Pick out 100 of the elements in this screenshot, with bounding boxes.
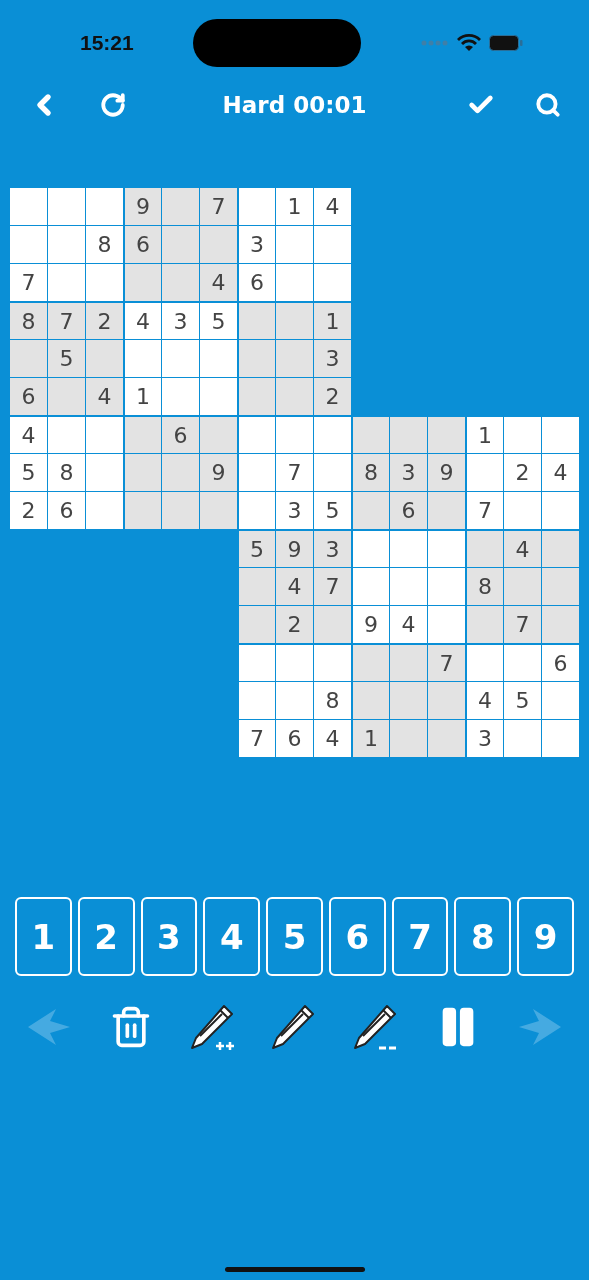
sudoku-cell[interactable]: 1: [467, 417, 503, 453]
sudoku-cell[interactable]: [314, 454, 351, 491]
sudoku-cell[interactable]: 5: [200, 303, 237, 339]
sudoku-cell[interactable]: [353, 492, 389, 529]
sudoku-cell[interactable]: [200, 492, 237, 529]
sudoku-cell[interactable]: [276, 645, 313, 681]
number-button[interactable]: 4: [203, 897, 261, 976]
sudoku-cell[interactable]: [428, 531, 465, 567]
sudoku-cell[interactable]: [353, 568, 389, 605]
sudoku-cell[interactable]: [504, 492, 541, 529]
sudoku-cell[interactable]: 4: [86, 378, 123, 415]
sudoku-cell[interactable]: 5: [10, 454, 47, 491]
sudoku-cell[interactable]: [353, 645, 389, 681]
sudoku-cell[interactable]: 6: [162, 417, 199, 453]
sudoku-cell[interactable]: 6: [276, 720, 313, 757]
sudoku-cell[interactable]: [125, 454, 161, 491]
sudoku-cell[interactable]: 4: [314, 720, 351, 757]
sudoku-cell[interactable]: [48, 417, 85, 453]
sudoku-cell[interactable]: [542, 682, 579, 719]
number-button[interactable]: 7: [391, 897, 449, 976]
sudoku-cell[interactable]: 6: [10, 378, 47, 415]
sudoku-cell[interactable]: [314, 264, 351, 301]
sudoku-cell[interactable]: [48, 226, 85, 263]
sudoku-cell[interactable]: [200, 378, 237, 415]
sudoku-cell[interactable]: 6: [125, 226, 161, 263]
sudoku-cell[interactable]: [10, 188, 47, 225]
sudoku-cell[interactable]: 3: [276, 492, 313, 529]
sudoku-cell[interactable]: [276, 264, 313, 301]
sudoku-cell[interactable]: 6: [542, 645, 579, 681]
sudoku-cell[interactable]: [239, 417, 275, 453]
sudoku-cell[interactable]: 2: [86, 303, 123, 339]
sudoku-cell[interactable]: 8: [86, 226, 123, 263]
sudoku-cell[interactable]: [48, 264, 85, 301]
sudoku-cell[interactable]: [10, 340, 47, 377]
sudoku-cell[interactable]: [162, 454, 199, 491]
sudoku-cell[interactable]: 3: [390, 454, 427, 491]
sudoku-cell[interactable]: [239, 492, 275, 529]
sudoku-cell[interactable]: [542, 417, 579, 453]
sudoku-cell[interactable]: [390, 417, 427, 453]
sudoku-cell[interactable]: 9: [276, 531, 313, 567]
sudoku-cell[interactable]: [239, 568, 275, 605]
sudoku-cell[interactable]: [239, 454, 275, 491]
sudoku-cell[interactable]: 8: [314, 682, 351, 719]
sudoku-cell[interactable]: 7: [10, 264, 47, 301]
sudoku-cell[interactable]: [390, 531, 427, 567]
sudoku-cell[interactable]: [428, 682, 465, 719]
sudoku-cell[interactable]: 1: [314, 303, 351, 339]
number-button[interactable]: 6: [328, 897, 386, 976]
sudoku-cell[interactable]: 6: [239, 264, 275, 301]
sudoku-cell[interactable]: [542, 568, 579, 605]
sudoku-cell[interactable]: [390, 568, 427, 605]
sudoku-cell[interactable]: 6: [48, 492, 85, 529]
number-button[interactable]: 8: [454, 897, 512, 976]
sudoku-cell[interactable]: [390, 720, 427, 757]
sudoku-cell[interactable]: [504, 568, 541, 605]
sudoku-cell[interactable]: 1: [276, 188, 313, 225]
sudoku-cell[interactable]: 3: [314, 340, 351, 377]
sudoku-cell[interactable]: 2: [10, 492, 47, 529]
number-button[interactable]: 3: [140, 897, 198, 976]
sudoku-cell[interactable]: [314, 226, 351, 263]
sudoku-cell[interactable]: [314, 645, 351, 681]
sudoku-cell[interactable]: 4: [276, 568, 313, 605]
sudoku-cell[interactable]: [125, 417, 161, 453]
sudoku-cell[interactable]: 2: [504, 454, 541, 491]
sudoku-cell[interactable]: [314, 417, 351, 453]
sudoku-cell[interactable]: [200, 340, 237, 377]
sudoku-cell[interactable]: [239, 303, 275, 339]
sudoku-cell[interactable]: 6: [390, 492, 427, 529]
sudoku-cell[interactable]: [467, 454, 503, 491]
sudoku-cell[interactable]: 4: [200, 264, 237, 301]
sudoku-cell[interactable]: [48, 378, 85, 415]
sudoku-cell[interactable]: 7: [48, 303, 85, 339]
sudoku-cell[interactable]: [353, 682, 389, 719]
sudoku-cell[interactable]: 4: [125, 303, 161, 339]
sudoku-cell[interactable]: [162, 492, 199, 529]
sudoku-cell[interactable]: [86, 264, 123, 301]
sudoku-cell[interactable]: [467, 606, 503, 643]
sudoku-cell[interactable]: [10, 226, 47, 263]
sudoku-cell[interactable]: [428, 417, 465, 453]
sudoku-cell[interactable]: [239, 340, 275, 377]
sudoku-cell[interactable]: 4: [542, 454, 579, 491]
sudoku-cell[interactable]: 5: [239, 531, 275, 567]
sudoku-cell[interactable]: 8: [48, 454, 85, 491]
sudoku-cell[interactable]: [276, 303, 313, 339]
sudoku-cell[interactable]: [86, 417, 123, 453]
sudoku-cell[interactable]: [428, 568, 465, 605]
sudoku-cell[interactable]: [276, 682, 313, 719]
sudoku-cell[interactable]: [276, 378, 313, 415]
sudoku-cell[interactable]: [86, 492, 123, 529]
sudoku-cell[interactable]: 7: [467, 492, 503, 529]
restart-button[interactable]: [100, 92, 126, 118]
number-button[interactable]: 9: [517, 897, 575, 976]
sudoku-cell[interactable]: 7: [239, 720, 275, 757]
sudoku-cell[interactable]: [428, 606, 465, 643]
sudoku-cell[interactable]: 3: [239, 226, 275, 263]
sudoku-cell[interactable]: [48, 188, 85, 225]
sudoku-cell[interactable]: 2: [314, 378, 351, 415]
sudoku-cell[interactable]: [200, 417, 237, 453]
sudoku-cell[interactable]: 3: [314, 531, 351, 567]
sudoku-cell[interactable]: 4: [314, 188, 351, 225]
